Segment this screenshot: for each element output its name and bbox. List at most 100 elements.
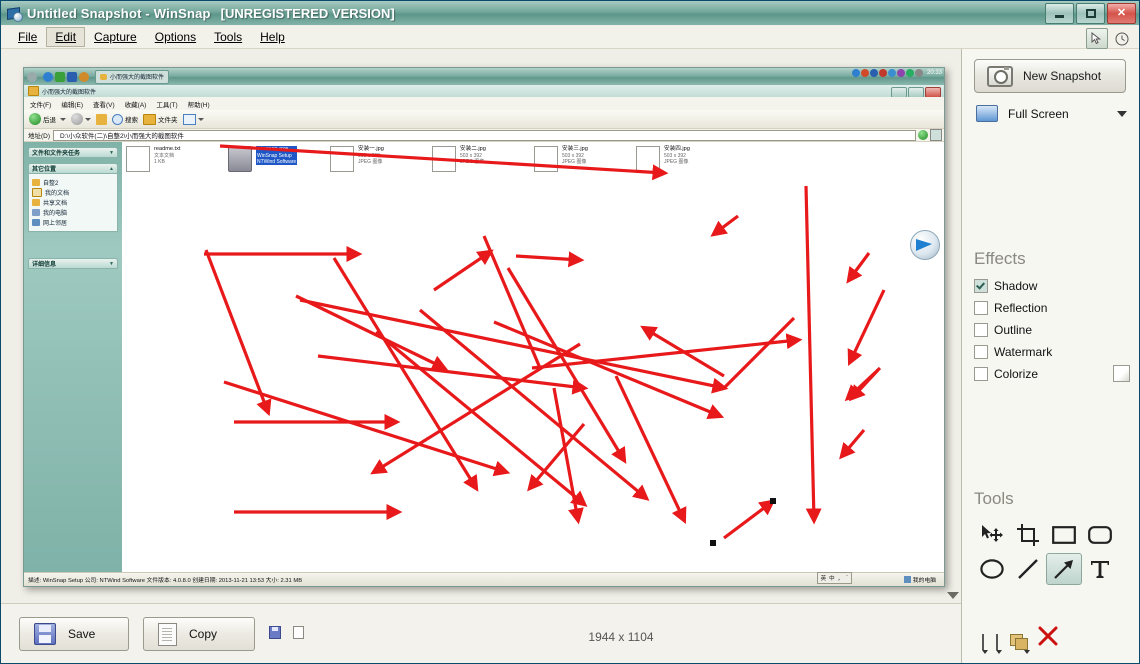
chevron-down-icon: ▼ [109,260,114,267]
explorer-menu-help[interactable]: 帮助(H) [188,99,210,109]
minimize-button[interactable] [1045,3,1074,24]
explorer-menu-edit[interactable]: 编辑(E) [61,99,83,109]
rectangle-icon [1052,526,1076,544]
collapse-panel-button[interactable] [947,592,959,599]
text-icon [1091,561,1109,578]
list-item[interactable]: 安装二.jpg 503 x 392 JPEG 图像 [432,146,534,172]
sidebar-panel-details[interactable]: 详细信息 ▼ [28,258,118,269]
views-button[interactable] [182,113,204,125]
effect-watermark[interactable]: Watermark [974,345,1130,359]
text-tool[interactable] [1082,553,1118,585]
save-label: Save [68,627,96,641]
foxmail-icon [910,230,940,260]
effect-shadow[interactable]: Shadow [974,279,1130,293]
copy-label: Copy [189,627,218,641]
cursor-tool-button[interactable] [1086,28,1108,49]
effects-section: Effects Shadow Reflection Outline Waterm… [974,249,1130,389]
right-panel: New Snapshot Full Screen Effects Shadow … [961,49,1139,663]
arrow-tool[interactable] [1046,553,1082,585]
status-mypc: 我的电脑 [903,575,936,584]
menu-capture[interactable]: Capture [85,27,146,47]
list-item[interactable]: winsnap.exe WinSnap Setup NTWind Softwar… [228,146,330,172]
colorize-color-button[interactable] [1113,365,1130,382]
list-item[interactable]: 网上邻居 [32,218,114,227]
menu-options[interactable]: Options [146,27,205,47]
effect-colorize[interactable]: Colorize [974,367,1130,381]
new-snapshot-button[interactable]: New Snapshot [974,59,1126,93]
maximize-button[interactable] [1076,3,1105,24]
stroke-color-swatch[interactable] [982,634,988,654]
menu-edit[interactable]: Edit [46,27,86,47]
address-input[interactable]: D:\小众软件(二)\自整2\小而强大的截图软件 [53,129,916,141]
list-item[interactable]: 安装一.jpg 503 x 392 JPEG 图像 [330,146,432,172]
explorer-menu-favorites[interactable]: 收藏(A) [125,99,147,109]
sidebar-panel-places[interactable]: 其它位置 ▲ 自整2 我的文档 共享文档 我的电脑 网上邻居 [28,163,118,232]
select-move-icon [982,525,1003,542]
folders-button[interactable]: 文件夹 [143,113,178,125]
save-small-icon[interactable] [269,626,281,639]
list-item[interactable]: 我的电脑 [32,208,114,217]
quick-actions [269,626,304,639]
taskbar-item[interactable]: 小而强大的截图软件 [95,69,170,84]
ellipse-tool[interactable] [974,553,1010,585]
explorer-menu-file[interactable]: 文件(F) [30,99,51,109]
ime-toolbar[interactable]: 英 中 ， ¨ [816,572,852,584]
search-button[interactable]: 搜索 [112,113,138,125]
line-width-swatch[interactable] [996,634,1002,654]
cursor-icon [1091,32,1102,45]
rectangle-tool[interactable] [1046,519,1082,551]
explorer-menu-bar: 文件(F) 编辑(E) 查看(V) 收藏(A) 工具(T) 帮助(H) [24,97,944,110]
checkbox-outline[interactable] [974,323,988,337]
menu-tools[interactable]: Tools [205,27,251,47]
line-tool[interactable] [1010,553,1046,585]
canvas-workspace[interactable]: 小而强大的截图软件 20:33 小而强大的截图软件 文件(F) 编辑(E) 查看… [1,49,961,605]
ellipse-icon [980,559,1004,579]
fill-color-swatch[interactable] [1010,634,1030,654]
list-item[interactable]: 我的文档 [32,188,114,197]
sidebar-panel-tasks[interactable]: 文件和文件夹任务 ▼ [28,147,118,158]
winsnap-icon [6,5,23,22]
close-button[interactable]: ✕ [1107,3,1136,24]
forward-button[interactable] [71,113,91,125]
checkbox-colorize[interactable] [974,367,988,381]
list-item[interactable]: 共享文档 [32,198,114,207]
sidebar-panel-places-title: 其它位置 [32,167,57,173]
crop-tool[interactable] [1010,519,1046,551]
delete-annotation-button[interactable] [1038,626,1058,649]
exe-file-icon [228,146,252,172]
sidebar-panel-tasks-title: 文件和文件夹任务 [32,151,81,157]
checkbox-watermark[interactable] [974,345,988,359]
copy-small-icon[interactable] [293,626,304,639]
document-icon [158,622,177,646]
image-dimensions: 1944 x 1104 [588,630,654,644]
checkbox-shadow[interactable] [974,279,988,293]
explorer-menu-view[interactable]: 查看(V) [93,99,115,109]
list-item[interactable]: 安装三.jpg 503 x 392 JPEG 图像 [534,146,636,172]
effect-outline[interactable]: Outline [974,323,1130,337]
jpeg-file-icon [330,146,354,172]
line-icon [1018,559,1038,579]
back-button[interactable]: 后退 [29,113,66,125]
menu-help[interactable]: Help [251,27,294,47]
menu-file[interactable]: File [9,27,46,47]
save-button[interactable]: Save [19,617,129,651]
rounded-rectangle-tool[interactable] [1082,519,1118,551]
up-button[interactable] [96,113,107,125]
copy-button[interactable]: Copy [143,617,255,651]
chevron-down-icon[interactable] [1117,110,1127,117]
list-item[interactable]: 安装四.jpg 503 x 392 JPEG 图像 [636,146,738,172]
address-label: 地址(D) [28,133,51,140]
list-item[interactable]: 自整2 [32,178,114,187]
explorer-sidebar: 文件和文件夹任务 ▼ 其它位置 ▲ 自整2 我的文档 共享文档 我的电脑 网上邻… [24,142,122,572]
explorer-title-bar: 小而强大的截图软件 20:33 [24,68,944,85]
capture-mode-selector[interactable]: Full Screen [976,105,1127,122]
list-item[interactable]: readme.txt 文本文档 1 KB [126,146,228,172]
explorer-menu-tools[interactable]: 工具(T) [156,99,177,109]
system-tray: 20:33 [851,69,942,77]
timer-button[interactable] [1111,28,1133,49]
explorer-file-list[interactable]: readme.txt 文本文档 1 KB winsnap.exe WinSnap… [122,142,944,572]
select-move-tool[interactable] [974,519,1010,551]
snapshot-image[interactable]: 小而强大的截图软件 20:33 小而强大的截图软件 文件(F) 编辑(E) 查看… [23,67,945,587]
checkbox-reflection[interactable] [974,301,988,315]
effect-reflection[interactable]: Reflection [974,301,1130,315]
